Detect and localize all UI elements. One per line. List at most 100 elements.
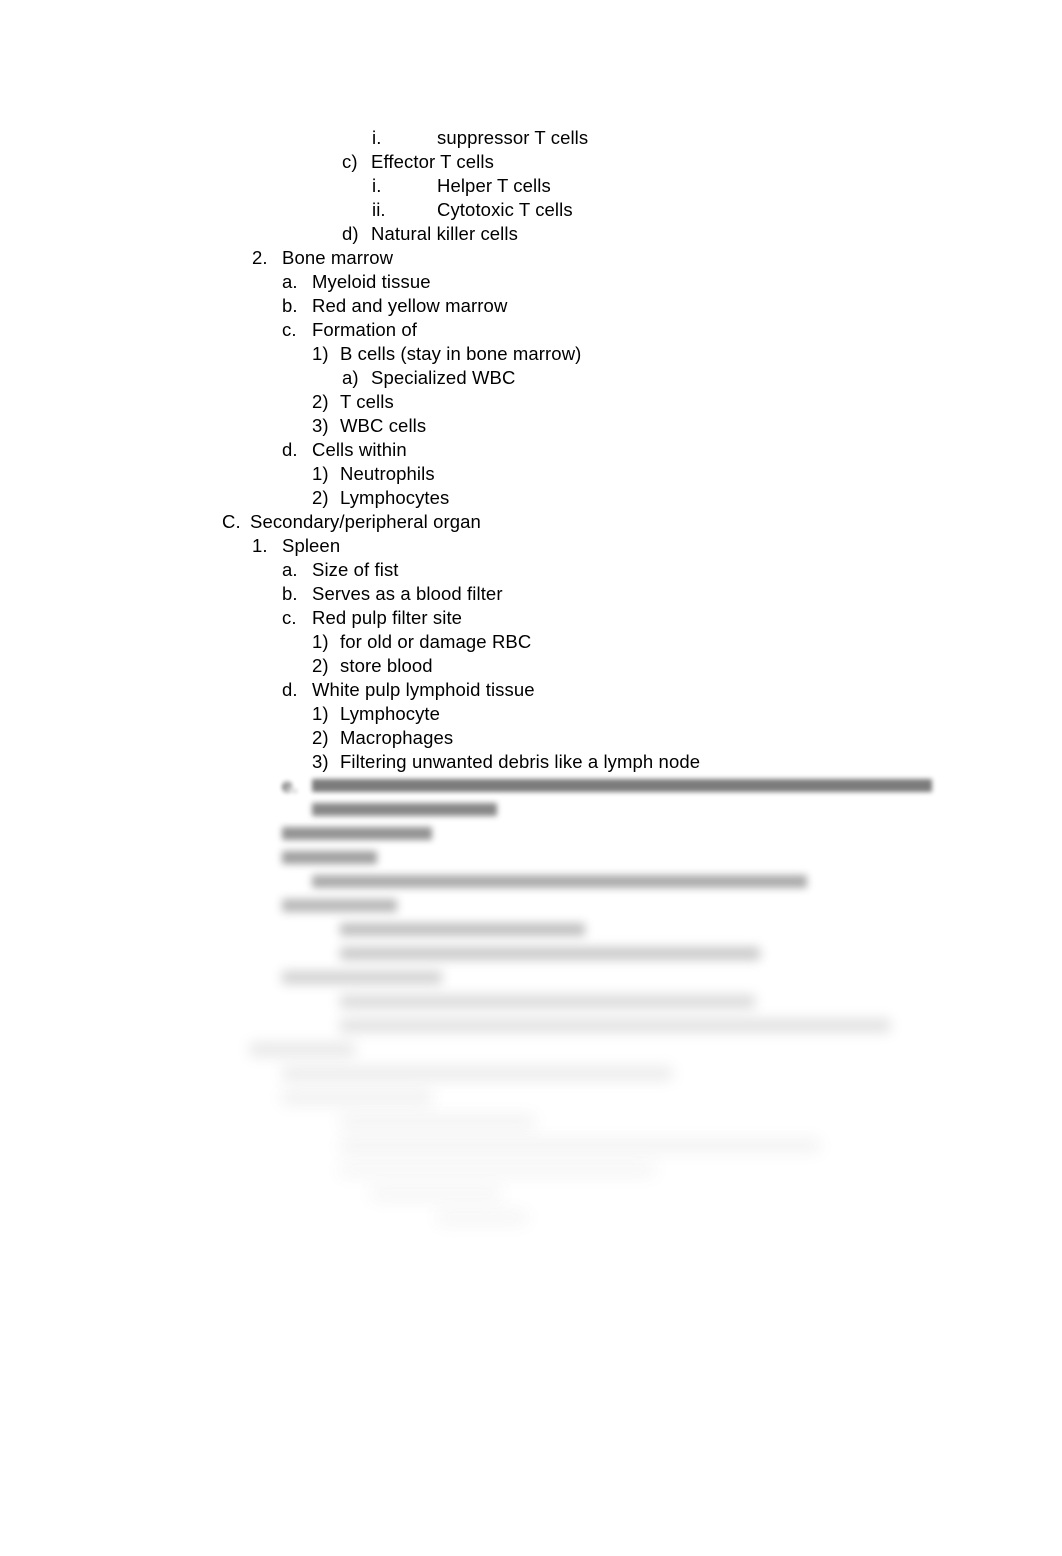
outline-row: b. Serves as a blood filter [0,582,1062,606]
outline-row-obscured [0,1134,1062,1158]
list-marker: 2. [252,247,268,268]
outline-row-obscured [0,1086,1062,1110]
outline-row-obscured [0,894,1062,918]
outline-row-obscured [0,798,1062,822]
list-marker: a. [282,271,298,292]
list-marker: d. [282,679,298,700]
list-item-text-illegible [312,779,932,792]
outline-row-obscured [0,942,1062,966]
list-marker: 2) [312,727,329,748]
list-marker: c. [282,607,297,628]
document-page: i. suppressor T cells c) Effector T cells i.… [0,0,1062,1556]
outline-row: d) Natural killer cells [0,222,1062,246]
list-item-text-illegible [250,1043,355,1056]
outline-row: 1) Neutrophils [0,462,1062,486]
list-item-text-illegible [340,947,760,960]
outline-row: c. Red pulp filter site [0,606,1062,630]
list-marker: b. [282,295,298,316]
list-item-text-illegible [340,1115,535,1128]
list-item-text: Cytotoxic T cells [437,199,573,220]
list-marker: 2) [312,655,329,676]
list-marker: i. [372,175,382,196]
outline-row: a. Size of fist [0,558,1062,582]
list-item-text-illegible [282,827,432,840]
list-marker: b. [282,583,298,604]
outline-row-obscured [0,1206,1062,1230]
list-marker: a. [282,559,298,580]
outline-row: b. Red and yellow marrow [0,294,1062,318]
outline-row: i. suppressor T cells [0,126,1062,150]
outline-row: a) Specialized WBC [0,366,1062,390]
list-marker: e. [282,775,298,796]
outline-row-obscured [0,966,1062,990]
list-item-text: Red and yellow marrow [312,295,508,316]
list-item-text: Helper T cells [437,175,551,196]
outline-row: ii. Cytotoxic T cells [0,198,1062,222]
outline-row-obscured [0,990,1062,1014]
list-item-text-illegible [312,875,807,888]
list-marker: 1) [312,703,329,724]
list-item-text-illegible [282,971,442,984]
outline-row: 3) Filtering unwanted debris like a lymph… [0,750,1062,774]
outline-row: 2) store blood [0,654,1062,678]
list-item-text-illegible [282,1091,432,1104]
list-marker: ii. [372,199,386,220]
outline-row-obscured [0,1158,1062,1182]
outline-row: 1) for old or damage RBC [0,630,1062,654]
list-item-text: Red pulp filter site [312,607,463,628]
list-marker: i. [372,127,382,148]
list-item-text-illegible [340,1163,655,1176]
list-item-text-illegible [340,995,755,1008]
list-item-text-illegible [282,851,377,864]
list-item-text: Cells within [312,439,407,460]
list-item-text: for old or damage RBC [340,631,532,652]
outline-row-obscured: e. [0,774,1062,798]
list-item-text: Specialized WBC [371,367,516,388]
list-item-text-illegible [340,1019,890,1032]
outline-row: C. Secondary/peripheral organ [0,510,1062,534]
list-item-text-illegible [340,923,585,936]
list-item-text: B cells (stay in bone marrow) [340,343,582,364]
list-item-text: Filtering unwanted debris like a lymph n… [340,751,701,772]
outline-row-obscured [0,1182,1062,1206]
list-marker: 1. [252,535,268,556]
list-item-text: Myeloid tissue [312,271,431,292]
list-item-text: Secondary/peripheral organ [250,511,481,532]
list-item-text: Size of fist [312,559,399,580]
outline-row: 2) Lymphocytes [0,486,1062,510]
list-item-text: Lymphocyte [340,703,441,724]
list-marker: c. [282,319,297,340]
list-item-text-illegible [437,1211,527,1224]
list-item-text: Macrophages [340,727,454,748]
list-item-text: White pulp lymphoid tissue [312,679,535,700]
list-item-text: suppressor T cells [437,127,589,148]
list-marker: 1) [312,463,329,484]
list-item-text: T cells [340,391,394,412]
outline-row-obscured [0,1110,1062,1134]
list-marker: 3) [312,751,329,772]
outline-row: d. White pulp lymphoid tissue [0,678,1062,702]
outline-row: a. Myeloid tissue [0,270,1062,294]
outline-row: 1) B cells (stay in bone marrow) [0,342,1062,366]
list-item-text: Formation of [312,319,418,340]
outline-row: 2) Macrophages [0,726,1062,750]
list-marker: 3) [312,415,329,436]
list-item-text-illegible [282,1067,672,1080]
outline-row-obscured [0,1038,1062,1062]
list-marker: 2) [312,487,329,508]
outline-row: 3) WBC cells [0,414,1062,438]
list-item-text: Neutrophils [340,463,435,484]
outline-row: c. Formation of [0,318,1062,342]
outline-row-obscured [0,918,1062,942]
list-item-text-illegible [282,899,397,912]
list-item-text: Natural killer cells [371,223,518,244]
list-item-text: store blood [340,655,433,676]
list-marker: d) [342,223,359,244]
outline-row: 2) T cells [0,390,1062,414]
outline-row: 1. Spleen [0,534,1062,558]
list-item-text: Serves as a blood filter [312,583,503,604]
outline-row-obscured [0,1014,1062,1038]
outline-row-obscured [0,870,1062,894]
outline-row: 2. Bone marrow [0,246,1062,270]
list-marker: c) [342,151,358,172]
